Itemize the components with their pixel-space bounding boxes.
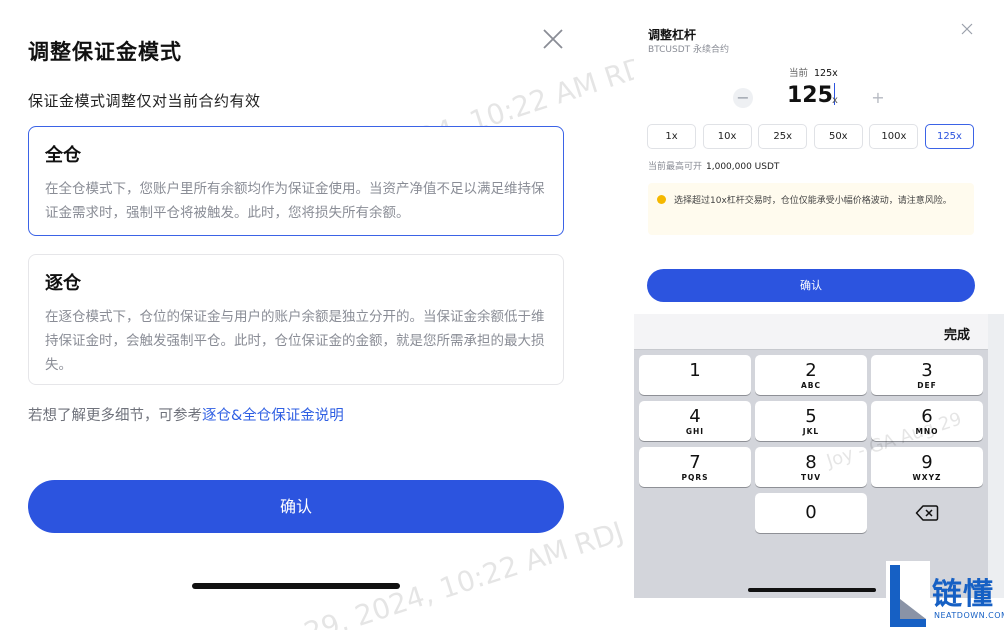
preset-50x[interactable]: 50x xyxy=(813,124,863,149)
key-digit: 9 xyxy=(921,452,933,473)
preset-125x[interactable]: 125x xyxy=(924,124,974,149)
key-letters: GHI xyxy=(685,427,705,436)
current-value: 125x xyxy=(814,68,838,79)
margin-mode-panel: GA Aug 29, 2024, 10:22 AM RDJ 29, 2024, … xyxy=(0,0,657,630)
preset-25x[interactable]: 25x xyxy=(758,124,808,149)
key-letters: PQRS xyxy=(681,473,709,482)
max-position: 当前最高可开 1,000,000 USDT xyxy=(648,159,779,172)
margin-explanation-link[interactable]: 逐仓&全仓保证金说明 xyxy=(202,408,344,424)
option-title: 逐仓 xyxy=(45,273,81,294)
hint-text: 若想了解更多细节，可参考 xyxy=(28,408,202,424)
logo-text: 链懂 xyxy=(932,577,994,612)
key-digit: 3 xyxy=(921,360,933,381)
site-logo: 链懂 NEATDOWN.COM xyxy=(886,561,1004,630)
key-digit: 2 xyxy=(805,360,817,381)
confirm-button[interactable]: 确认 xyxy=(647,269,975,302)
backspace-key[interactable] xyxy=(871,493,983,533)
page-title: 调整保证金模式 xyxy=(28,40,182,64)
key-9[interactable]: 9 WXYZ xyxy=(871,447,983,487)
preset-1x[interactable]: 1x xyxy=(647,124,696,149)
leverage-value: 125 xyxy=(787,83,833,108)
leverage-panel: 调整杠杆 BTCUSDT 永续合约 当前 125x − 125 x + 1x 10… xyxy=(634,0,1004,630)
delete-left-icon xyxy=(915,505,939,521)
side-strip xyxy=(988,314,1004,598)
key-6[interactable]: 6 MNO xyxy=(871,401,983,441)
key-1[interactable]: 1 xyxy=(639,355,751,395)
key-digit: 5 xyxy=(805,406,817,427)
contract-name: BTCUSDT 永续合约 xyxy=(648,45,730,55)
key-letters: DEF xyxy=(917,381,937,390)
logo-domain: NEATDOWN.COM xyxy=(934,611,1004,620)
key-letters: WXYZ xyxy=(912,473,942,482)
confirm-button[interactable]: 确认 xyxy=(28,480,564,533)
key-letters: TUV xyxy=(800,473,821,482)
leverage-presets: 1x 10x 25x 50x 100x 125x xyxy=(647,124,974,149)
key-letters: ABC xyxy=(800,381,822,390)
option-title: 全仓 xyxy=(45,145,81,166)
cross-margin-option[interactable]: 全仓 在全仓模式下，您账户里所有余额均作为保证金使用。当资产净值不足以满足维持保… xyxy=(28,126,564,236)
key-letters: MNO xyxy=(915,427,939,436)
key-digit: 4 xyxy=(689,406,701,427)
preset-100x[interactable]: 100x xyxy=(869,124,919,149)
numeric-keyboard: 完成 1 2 ABC 3 DEF 4 GHI 5 JKL 6 MNO 7 PQRS 8 TUV… xyxy=(634,314,988,598)
key-8[interactable]: 8 TUV xyxy=(755,447,867,487)
key-digit: 1 xyxy=(689,360,701,381)
max-label: 当前最高可开 xyxy=(648,162,703,172)
option-description: 在逐仓模式下，仓位的保证金与用户的账户余额是独立分开的。当保证金余额低于维持保证… xyxy=(45,309,545,373)
key-digit: 8 xyxy=(805,452,817,473)
isolated-margin-option[interactable]: 逐仓 在逐仓模式下，仓位的保证金与用户的账户余额是独立分开的。当保证金余额低于维… xyxy=(28,254,564,385)
risk-warning: 选择超过10x杠杆交易时，仓位仅能承受小幅价格波动，请注意风险。 xyxy=(648,183,974,235)
increase-button[interactable]: + xyxy=(868,88,888,108)
current-leverage: 当前 125x xyxy=(789,65,838,79)
panel-title: 调整杠杆 xyxy=(648,28,697,42)
key-0[interactable]: 0 xyxy=(755,493,867,533)
warning-icon xyxy=(657,195,666,204)
page-subtitle: 保证金模式调整仅对当前合约有效 xyxy=(28,92,261,110)
leverage-input[interactable]: 125 xyxy=(787,83,836,108)
key-digit: 0 xyxy=(805,502,817,523)
key-2[interactable]: 2 ABC xyxy=(755,355,867,395)
key-digit: 6 xyxy=(921,406,933,427)
key-letters: JKL xyxy=(802,427,820,436)
key-4[interactable]: 4 GHI xyxy=(639,401,751,441)
logo-mark-icon xyxy=(886,561,930,630)
key-3[interactable]: 3 DEF xyxy=(871,355,983,395)
key-5[interactable]: 5 JKL xyxy=(755,401,867,441)
preset-10x[interactable]: 10x xyxy=(702,124,752,149)
leverage-unit: x xyxy=(832,95,838,106)
help-hint: 若想了解更多细节，可参考逐仓&全仓保证金说明 xyxy=(28,404,344,425)
close-icon[interactable] xyxy=(540,26,566,52)
home-indicator xyxy=(192,583,400,589)
decrease-button[interactable]: − xyxy=(733,88,753,108)
max-value: 1,000,000 USDT xyxy=(706,162,780,172)
option-description: 在全仓模式下，您账户里所有余额均作为保证金使用。当资产净值不足以满足维持保证金需… xyxy=(45,181,545,221)
key-7[interactable]: 7 PQRS xyxy=(639,447,751,487)
home-indicator xyxy=(748,588,876,592)
current-label: 当前 xyxy=(789,68,809,79)
key-digit: 7 xyxy=(689,452,701,473)
keyboard-toolbar: 完成 xyxy=(634,314,988,350)
done-button[interactable]: 完成 xyxy=(944,324,970,343)
warning-text: 选择超过10x杠杆交易时，仓位仅能承受小幅价格波动，请注意风险。 xyxy=(674,196,952,206)
close-icon[interactable] xyxy=(960,22,974,36)
